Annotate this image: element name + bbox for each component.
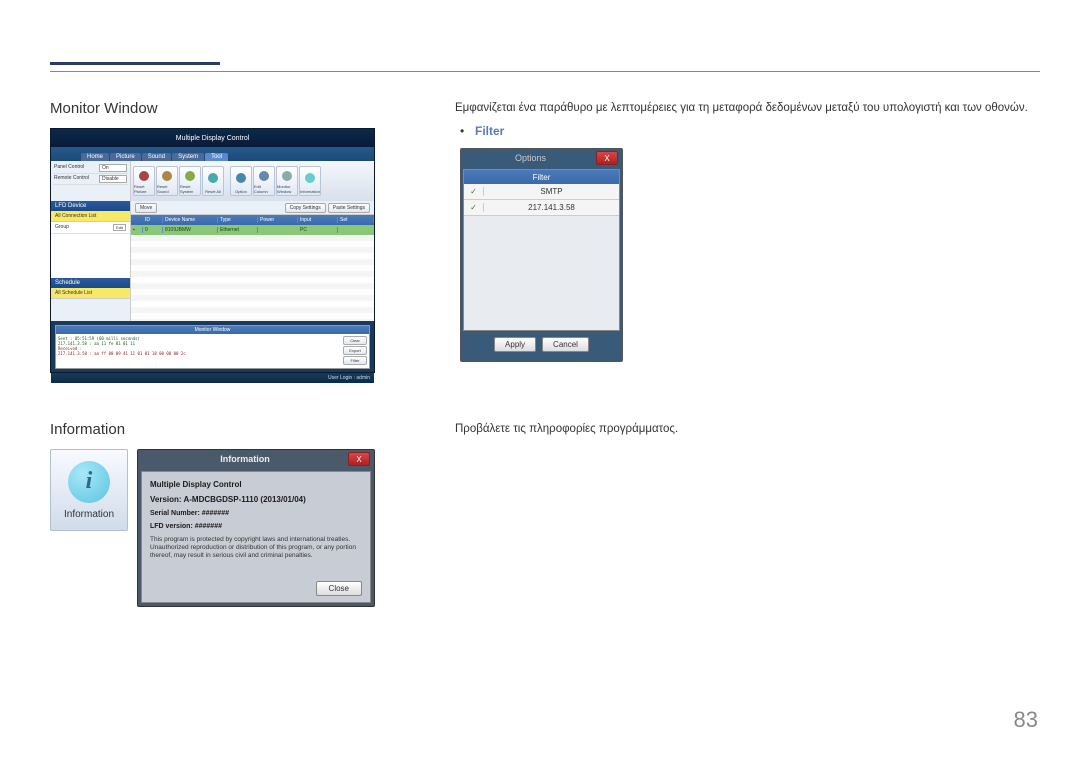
filter-column-header: Filter — [464, 170, 619, 184]
header-divider — [50, 71, 1040, 72]
filter-dialog: Options X Filter ✓ SMTP ✓ 217.141.3.58 A… — [460, 148, 623, 362]
filter-label: Filter — [475, 124, 504, 138]
sidebar-schedule-header: Schedule — [51, 278, 130, 288]
chapter-bar — [50, 62, 220, 70]
sidebar-group-row[interactable]: Group Edit — [51, 222, 130, 234]
sidebar-lfd-header: LFD Device — [51, 201, 130, 211]
toolbar-reset-system[interactable]: Reset System — [179, 166, 201, 196]
sidebar-all-schedule[interactable]: All Schedule List — [51, 288, 130, 299]
toolbar-reset-sound[interactable]: Reset Sound — [156, 166, 178, 196]
apply-button[interactable]: Apply — [494, 337, 536, 352]
tab-picture[interactable]: Picture — [110, 153, 141, 161]
bullet: • — [460, 124, 464, 138]
remote-control-dropdown[interactable]: Disable — [99, 175, 127, 183]
filter-button[interactable]: Filter — [343, 356, 367, 365]
toolbar-information[interactable]: Information — [299, 166, 321, 196]
section-title-monitor-window: Monitor Window — [50, 100, 158, 117]
information-toolbar-icon[interactable]: i Information — [50, 449, 128, 531]
sidebar-all-conn[interactable]: All Connection List — [51, 211, 130, 222]
recv-data: 217.141.3.58 : aa ff 00 09 41 11 01 01 1… — [58, 351, 367, 356]
tab-system[interactable]: System — [172, 153, 204, 161]
section-desc-monitor: Εμφανίζεται ένα παράθυρο με λεπτομέρειες… — [455, 102, 1028, 114]
panel-control-label: Panel Control — [54, 164, 84, 172]
section-desc-information: Προβάλετε τις πληροφορίες προγράμματος. — [455, 423, 678, 435]
paste-settings-button[interactable]: Paste Settings — [328, 203, 370, 213]
mdc-titlebar: Multiple Display Control — [51, 129, 374, 147]
info-icon: i — [68, 461, 110, 503]
monitor-panel: Monitor Window Sent : 05:51:59 (60 milli… — [55, 325, 370, 369]
content-area: Move Copy Settings Paste Settings ID Dev… — [131, 201, 374, 321]
tab-tool[interactable]: Tool — [205, 153, 228, 161]
filter-row-ip[interactable]: ✓ 217.141.3.58 — [464, 200, 619, 216]
side-controls: Panel Control On Remote Control Disable — [51, 161, 131, 201]
serial-text: Serial Number: ####### — [150, 510, 362, 517]
close-button[interactable]: Close — [316, 581, 362, 596]
info-icon-label: Information — [64, 509, 114, 520]
close-icon[interactable]: X — [348, 452, 370, 466]
check-icon[interactable]: ✓ — [464, 203, 484, 212]
sidebar: LFD Device All Connection List Group Edi… — [51, 201, 131, 321]
product-name: Multiple Display Control — [150, 480, 362, 489]
check-icon[interactable]: ✓ — [464, 187, 484, 196]
remote-control-label: Remote Control — [54, 175, 89, 183]
lfd-version-text: LFD version: ####### — [150, 523, 362, 530]
export-button[interactable]: Export — [343, 346, 367, 355]
clear-button[interactable]: Clear — [343, 336, 367, 345]
table-header: ID Device Name Type Power Input Set — [131, 215, 374, 225]
mdc-app-window: Multiple Display Control Home Picture So… — [50, 128, 375, 373]
version-text: Version: A-MDCBGDSP-1110 (2013/01/04) — [150, 495, 362, 504]
toolbar-reset-all[interactable]: Reset All — [202, 166, 224, 196]
filter-row-smtp[interactable]: ✓ SMTP — [464, 184, 619, 200]
toolbar-monitor-window[interactable]: Monitor Window — [276, 166, 298, 196]
toolbar: Reset Picture Reset Sound Reset System R… — [131, 161, 374, 201]
tab-home[interactable]: Home — [81, 153, 109, 161]
toolbar-edit-column[interactable]: Edit Column — [253, 166, 275, 196]
mdc-tabs: Home Picture Sound System Tool — [51, 147, 374, 161]
sidebar-group-label: Group — [55, 224, 69, 231]
filter-dialog-title: Options — [465, 153, 596, 163]
move-button[interactable]: Move — [135, 203, 157, 213]
tab-sound[interactable]: Sound — [142, 153, 171, 161]
information-dialog: Information X Multiple Display Control V… — [137, 449, 375, 607]
cancel-button[interactable]: Cancel — [542, 337, 589, 352]
close-icon[interactable]: X — [596, 151, 618, 165]
copy-settings-button[interactable]: Copy Settings — [285, 203, 326, 213]
monitor-panel-title: Monitor Window — [56, 326, 369, 334]
sidebar-edit-button[interactable]: Edit — [113, 224, 126, 231]
toolbar-option[interactable]: Option — [230, 166, 252, 196]
panel-control-dropdown[interactable]: On — [99, 164, 127, 172]
section-title-information: Information — [50, 421, 125, 438]
table-row[interactable]: ▪ 0 8109JBMW Ethernet PC — [131, 225, 374, 235]
status-bar: User Login : admin — [51, 373, 374, 383]
page-number: 83 — [1014, 707, 1038, 733]
info-dialog-title: Information — [142, 454, 348, 464]
toolbar-reset-picture[interactable]: Reset Picture — [133, 166, 155, 196]
legal-text: This program is protected by copyright l… — [150, 536, 362, 559]
